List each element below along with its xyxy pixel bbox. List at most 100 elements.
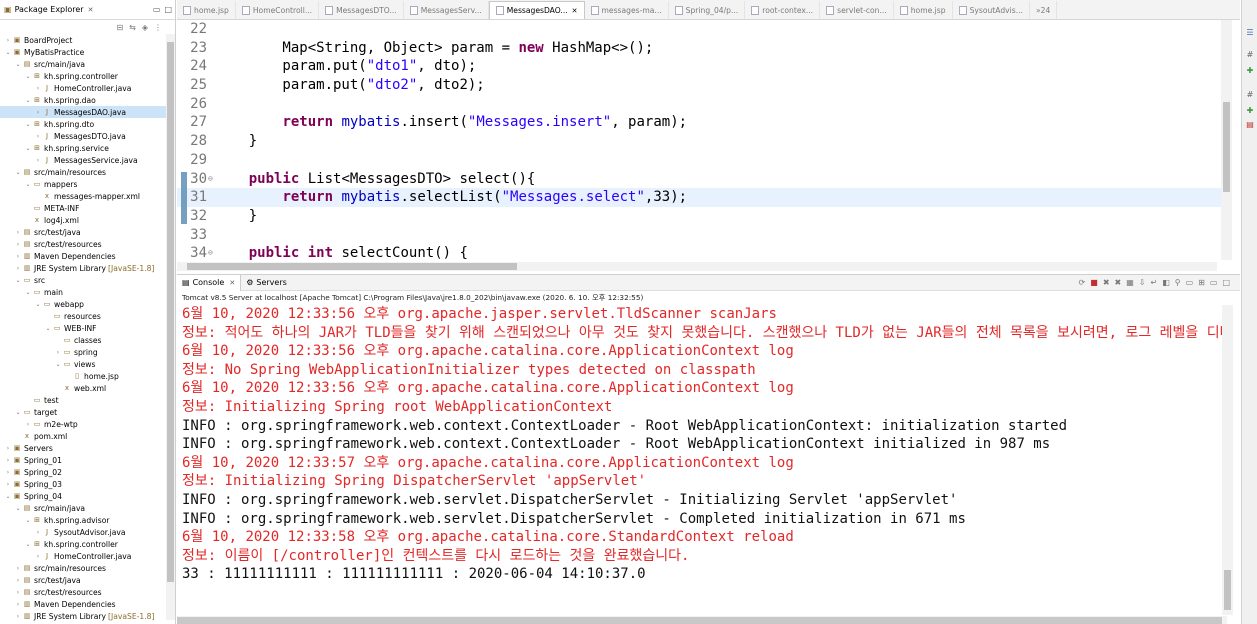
tree-item[interactable]: › ▭ m2e-wtp [0,418,166,430]
tree-item[interactable]: x messages-mapper.xml [0,190,166,202]
collapse-all-icon[interactable]: ⊟ [116,23,123,32]
tree-item[interactable]: › J MessagesService.java [0,154,166,166]
tree-item[interactable]: › J MessagesDTO.java [0,130,166,142]
chevron-down-icon[interactable]: ⌄ [14,505,22,512]
link-with-editor-icon[interactable]: ⇆ [129,23,136,32]
editor-tab[interactable]: home.jsp [894,1,953,19]
tree-item[interactable]: › ▥ JRE System Library [JavaSE-1.8] [0,262,166,274]
fold-toggle-icon[interactable]: ⊖ [208,244,213,260]
tree-item[interactable]: x log4j.xml [0,214,166,226]
tree-item[interactable]: › ▤ src/main/resources [0,562,166,574]
package-explorer-scrollbar[interactable] [166,34,175,620]
tree-item[interactable]: ⌄ ⊞ kh.spring.controller [0,70,166,82]
tree-item[interactable]: ⌄ ▤ src/main/resources [0,166,166,178]
clear-console-icon[interactable]: ▦ [1126,278,1134,287]
tree-item[interactable]: x web.xml [0,382,166,394]
maximize-icon[interactable]: □ [164,5,172,14]
console-output[interactable]: 6월 10, 2020 12:33:56 오후 org.apache.jaspe… [177,305,1227,615]
chevron-right-icon[interactable]: › [4,37,12,44]
editor-tab[interactable]: root-contex... [745,1,821,19]
tree-item[interactable]: › J SysoutAdvisor.java [0,526,166,538]
focus-icon[interactable]: ◈ [142,23,148,32]
tree-item[interactable]: ⌄ ⊞ kh.spring.dto [0,118,166,130]
chevron-right-icon[interactable]: › [14,601,22,608]
tree-item[interactable]: ⌄ ▭ target [0,406,166,418]
editor-vertical-scrollbar[interactable] [1221,20,1232,260]
chevron-down-icon[interactable]: ⌄ [14,169,22,176]
terminate-icon[interactable]: ■ [1090,278,1098,287]
fold-toggle-icon[interactable]: ⊖ [208,170,213,189]
chevron-right-icon[interactable]: › [34,109,42,116]
scrollbar-thumb[interactable] [1224,570,1231,610]
tree-item[interactable]: › J MessagesDAO.java [0,106,166,118]
word-wrap-icon[interactable]: ↵ [1150,278,1157,287]
tree-item[interactable]: › ▣ Spring_01 [0,454,166,466]
chevron-right-icon[interactable]: › [34,85,42,92]
editor-horizontal-scrollbar[interactable] [177,262,1217,271]
chevron-right-icon[interactable]: › [34,133,42,140]
chevron-right-icon[interactable]: › [14,253,22,260]
tree-item[interactable]: ⌄ ⊞ kh.spring.controller [0,538,166,550]
chevron-right-icon[interactable]: › [14,565,22,572]
chevron-right-icon[interactable]: › [14,577,22,584]
chevron-right-icon[interactable]: › [34,529,42,536]
task-icon[interactable]: ✚ [1245,106,1255,116]
tree-item[interactable]: › ▣ BoardProject [0,34,166,46]
editor-tab[interactable]: MessagesServ... [404,1,489,19]
minimize-icon[interactable]: ▭ [153,5,161,14]
tree-item[interactable]: ▭ resources [0,310,166,322]
chevron-down-icon[interactable]: ⌄ [54,361,62,368]
tree-item[interactable]: › ▤ src/test/resources [0,586,166,598]
chevron-down-icon[interactable]: ⌄ [24,289,32,296]
scrollbar-thumb[interactable] [1223,102,1230,192]
relaunch-icon[interactable]: ⟳ [1079,278,1086,287]
hierarchy-icon[interactable]: # [1245,90,1255,100]
chevron-right-icon[interactable]: › [34,553,42,560]
chevron-right-icon[interactable]: › [54,349,62,356]
editor-tab[interactable]: SysoutAdvis... [953,1,1030,19]
remove-launch-icon[interactable]: ✖ [1103,278,1110,287]
tree-item[interactable]: ⌄ ⊞ kh.spring.service [0,142,166,154]
tree-item[interactable]: ⌄ ⊞ kh.spring.dao [0,94,166,106]
view-menu-icon[interactable]: ⋮ [154,23,162,32]
tree-item[interactable]: › J HomeController.java [0,550,166,562]
hierarchy-icon[interactable]: # [1245,50,1255,60]
editor-tab[interactable]: HomeControll... [236,1,320,19]
close-icon[interactable]: ✕ [229,279,235,287]
chevron-down-icon[interactable]: ⌄ [14,61,22,68]
tree-item[interactable]: ▭ test [0,394,166,406]
editor-tab[interactable]: servlet-con... [820,1,894,19]
tree-item[interactable]: › ▣ Spring_03 [0,478,166,490]
editor-tab[interactable]: home.jsp [177,1,236,19]
tree-item[interactable]: › ▥ Maven Dependencies [0,598,166,610]
editor-tab[interactable]: messages-ma... [585,1,669,19]
scroll-lock-icon[interactable]: ⇩ [1139,278,1146,287]
chevron-right-icon[interactable]: › [4,481,12,488]
close-icon[interactable]: ✕ [88,6,94,14]
editor-tab[interactable]: MessagesDTO... [319,1,404,19]
tab-overflow-button[interactable]: »24 [1030,1,1058,19]
tree-item[interactable]: ⌄ ▭ WEB-INF [0,322,166,334]
chevron-right-icon[interactable]: › [4,457,12,464]
tree-item[interactable]: ⌄ ▭ views [0,358,166,370]
tab-servers[interactable]: ⚙ Servers [241,275,292,291]
tree-item[interactable]: › ▤ src/test/resources [0,238,166,250]
show-on-output-icon[interactable]: ◧ [1162,278,1170,287]
chevron-right-icon[interactable]: › [14,229,22,236]
tree-item[interactable]: ⌄ ⊞ kh.spring.advisor [0,514,166,526]
tree-item[interactable]: ▭ META-INF [0,202,166,214]
tree-item[interactable]: ⌄ ▤ src/main/java [0,58,166,70]
display-console-icon[interactable]: ▭ [1186,278,1194,287]
tree-item[interactable]: › ▥ JRE System Library [JavaSE-1.8] [0,610,166,622]
tree-item[interactable]: › ▣ Servers [0,442,166,454]
tree-item[interactable]: ⌄ ▭ main [0,286,166,298]
console-horizontal-scrollbar[interactable] [177,616,1227,624]
close-icon[interactable]: ✕ [572,7,578,15]
tree-item[interactable]: › ▥ Maven Dependencies [0,250,166,262]
chevron-right-icon[interactable]: › [34,157,42,164]
tree-item[interactable]: › ▤ src/test/java [0,226,166,238]
chevron-down-icon[interactable]: ⌄ [44,325,52,332]
chevron-down-icon[interactable]: ⌄ [4,49,12,56]
chevron-down-icon[interactable]: ⌄ [24,121,32,128]
chevron-down-icon[interactable]: ⌄ [24,541,32,548]
